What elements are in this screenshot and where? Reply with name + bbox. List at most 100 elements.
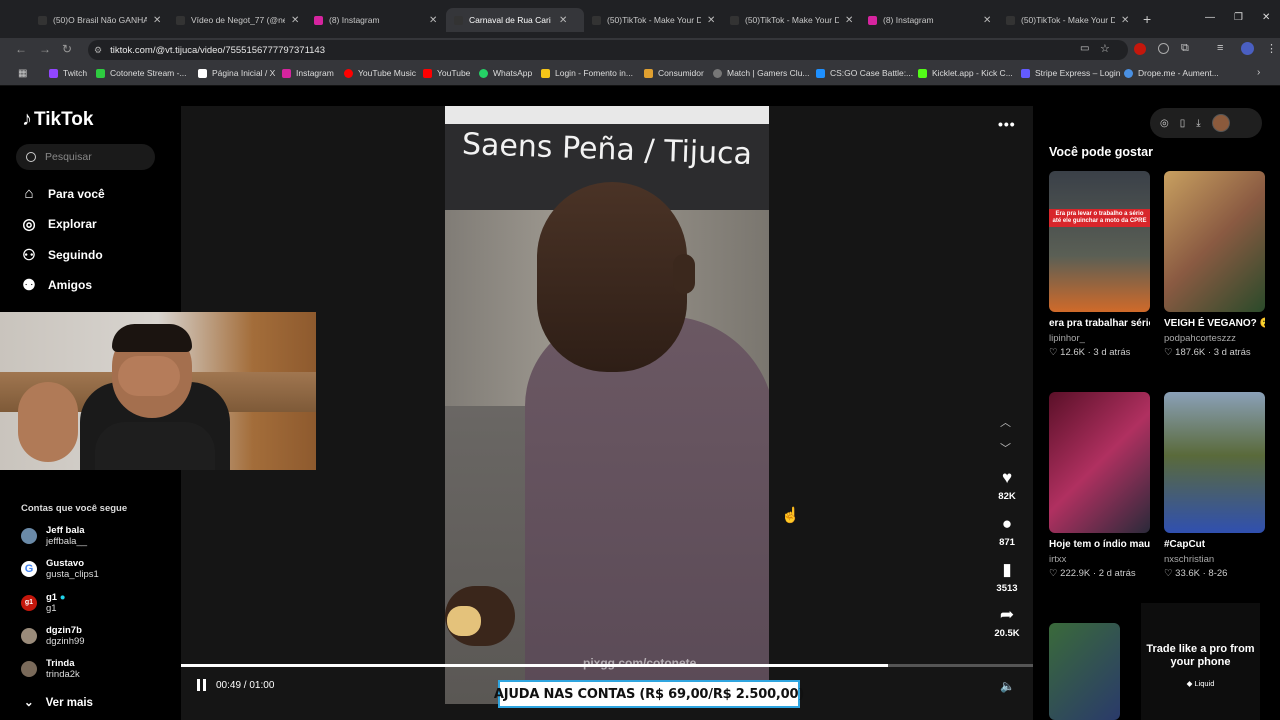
user-avatar[interactable]	[1211, 114, 1230, 132]
recommended-video-card[interactable]: #CapCut nxschristian ♡ 33.6K · 8-26	[1164, 392, 1265, 581]
close-tab-icon[interactable]: ✕	[707, 15, 715, 26]
tab[interactable]: (50)TikTok - Make Your D ✕	[722, 8, 853, 32]
search-input[interactable]: Pesquisar	[16, 144, 155, 170]
minimize-icon[interactable]: —	[1205, 12, 1215, 23]
card-stats: ♡ 12.6K · 3 d atrás	[1049, 347, 1131, 358]
nav-following[interactable]: ⚇ Seguindo	[21, 246, 102, 264]
nav-label: Para você	[48, 186, 105, 201]
bookmark[interactable]: Twitch	[49, 68, 87, 78]
bookmark-label: CS:GO Case Battle:...	[830, 68, 914, 78]
close-tab-icon[interactable]: ✕	[291, 15, 299, 26]
video-thumbnail	[1049, 392, 1150, 533]
download-icon[interactable]: ⤓	[1196, 118, 1200, 129]
bookmark[interactable]: Match | Gamers Clu...	[713, 68, 810, 78]
bookmark[interactable]: Cotonete Stream -...	[96, 68, 187, 78]
site-info-icon[interactable]: ⚙	[94, 45, 102, 56]
reading-list-icon[interactable]: ≡	[1217, 42, 1223, 54]
bookmark[interactable]: Instagram	[282, 68, 334, 78]
person-ear	[673, 254, 695, 294]
new-tab-button[interactable]: +	[1143, 11, 1151, 27]
followed-account[interactable]: Jeff bala jeffbala__	[21, 525, 87, 547]
extension-icon[interactable]	[1134, 43, 1146, 55]
tab[interactable]: (50)TikTok - Make Your D ✕	[998, 8, 1129, 32]
previous-video-icon[interactable]: ︿	[1000, 414, 1011, 430]
recommended-video-card[interactable]: Era pra levar o trabalho a sério até ele…	[1049, 171, 1150, 360]
phone-icon[interactable]: ▯	[1180, 118, 1186, 129]
omnibox[interactable]: ⚙ tiktok.com/@vt.tijuca/video/7555156777…	[88, 40, 1128, 60]
card-author: nxschristian	[1164, 554, 1215, 565]
close-tab-icon[interactable]: ✕	[1121, 15, 1129, 26]
tab-title: (8) Instagram	[329, 15, 380, 25]
explore-icon[interactable]: ◎	[1160, 118, 1169, 129]
recommended-video-card[interactable]: VEIGH É VEGANO? 😮 #fy #podpah... podpahc…	[1164, 171, 1265, 360]
followed-account[interactable]: Trinda trinda2k	[21, 658, 80, 680]
next-video-icon[interactable]: ﹀	[1000, 440, 1011, 456]
forward-icon[interactable]: →	[39, 42, 51, 56]
video-frame[interactable]: Saens Peña / Tijuca	[445, 106, 769, 704]
nav-explore[interactable]: ◎ Explorar	[21, 215, 96, 233]
home-icon: ⌂	[24, 185, 34, 202]
followed-account[interactable]: G Gustavo gusta_clips1	[21, 558, 99, 580]
bookmark-label: Match | Gamers Clu...	[727, 68, 810, 78]
close-tab-icon[interactable]: ✕	[983, 15, 991, 26]
close-tab-icon[interactable]: ✕	[845, 15, 853, 26]
heart-icon: ♥	[1001, 468, 1013, 487]
recommended-video-card[interactable]: Hoje tem o índio mau 🎤 #alexpoatan... ir…	[1049, 392, 1150, 581]
tab[interactable]: Vídeo de Negot_77 (@ne ✕	[168, 8, 299, 32]
extension-icon[interactable]	[1158, 43, 1169, 54]
share-button[interactable]: ➦ 20.5K	[988, 605, 1026, 639]
extensions-puzzle-icon[interactable]: ⧉	[1181, 42, 1189, 55]
like-count: 82K	[998, 491, 1016, 502]
more-bookmarks-icon[interactable]: ›	[1257, 67, 1260, 78]
tab[interactable]: (8) Instagram ✕	[306, 8, 437, 32]
thumbnail-caption: Era pra levar o trabalho a sério até ele…	[1049, 209, 1150, 227]
save-button[interactable]: ▮ 3513	[988, 560, 1026, 594]
more-options-icon[interactable]: •••	[998, 116, 1016, 132]
bookmark-favicon-icon	[541, 68, 550, 78]
bookmark[interactable]: CS:GO Case Battle:...	[816, 68, 913, 78]
bookmark[interactable]: YouTube	[423, 68, 470, 78]
see-more-button[interactable]: ⌄ Ver mais	[24, 695, 93, 709]
bookmark[interactable]: WhatsApp	[479, 68, 532, 78]
recommended-video-card[interactable]	[1049, 623, 1120, 720]
cast-icon[interactable]: ▭	[1080, 43, 1089, 54]
account-name: Jeff bala	[46, 525, 85, 536]
tab[interactable]: (50)O Brasil Não GANHAR ✕	[30, 8, 161, 32]
close-tab-icon[interactable]: ✕	[153, 15, 161, 26]
bookmark[interactable]: Stripe Express – Login	[1021, 68, 1121, 78]
card-title: VEIGH É VEGANO? 😮 #fy #podpah...	[1164, 318, 1265, 329]
back-icon[interactable]: ←	[15, 42, 27, 56]
logo-text: TikTok	[34, 108, 94, 130]
reload-icon[interactable]: ↻	[62, 42, 72, 56]
bookmark[interactable]: Login - Fomento in...	[541, 68, 633, 78]
close-tab-icon[interactable]: ✕	[559, 15, 567, 26]
ad-card[interactable]: Trade like a pro from your phone ◆ Liqui…	[1141, 603, 1260, 720]
bookmark[interactable]: Kicklet.app - Kick C...	[918, 68, 1013, 78]
volume-icon[interactable]: 🔈	[1000, 679, 1015, 693]
profile-avatar[interactable]	[1241, 42, 1254, 55]
tiktok-logo[interactable]: ♪ TikTok	[22, 108, 93, 131]
video-thumbnail	[1164, 392, 1265, 533]
bookmark[interactable]: Consumidor	[644, 68, 704, 78]
card-author: podpahcorteszzz	[1164, 333, 1236, 344]
followed-account[interactable]: dgzin7b dgzinh99	[21, 625, 85, 647]
followed-account[interactable]: g1 g1 ● g1	[21, 592, 65, 614]
nav-for-you[interactable]: ⌂ Para você	[21, 185, 105, 202]
close-window-icon[interactable]: ✕	[1262, 12, 1270, 23]
maximize-icon[interactable]: ❐	[1234, 12, 1243, 23]
tab[interactable]: (50)TikTok - Make Your D ✕	[584, 8, 715, 32]
pause-button[interactable]	[197, 679, 209, 691]
comment-button[interactable]: ● 871	[988, 514, 1026, 548]
close-tab-icon[interactable]: ✕	[429, 15, 437, 26]
like-button[interactable]: ♥ 82K	[988, 468, 1026, 502]
browser-menu-icon[interactable]: ⋮	[1266, 42, 1277, 55]
nav-friends[interactable]: ⚉ Amigos	[21, 276, 92, 294]
bookmark-star-icon[interactable]: ☆	[1100, 42, 1110, 55]
apps-grid-icon[interactable]: ▦	[18, 68, 27, 79]
bookmark[interactable]: YouTube Music	[344, 68, 416, 78]
bookmark[interactable]: Drope.me - Aument...	[1124, 68, 1219, 78]
tab-active[interactable]: Carnaval de Rua Cari ✕	[446, 8, 584, 32]
bookmark[interactable]: Página Inicial / X	[198, 68, 275, 78]
tab[interactable]: (8) Instagram ✕	[860, 8, 991, 32]
screen: (50)O Brasil Não GANHAR ✕ Vídeo de Negot_…	[0, 0, 1280, 720]
